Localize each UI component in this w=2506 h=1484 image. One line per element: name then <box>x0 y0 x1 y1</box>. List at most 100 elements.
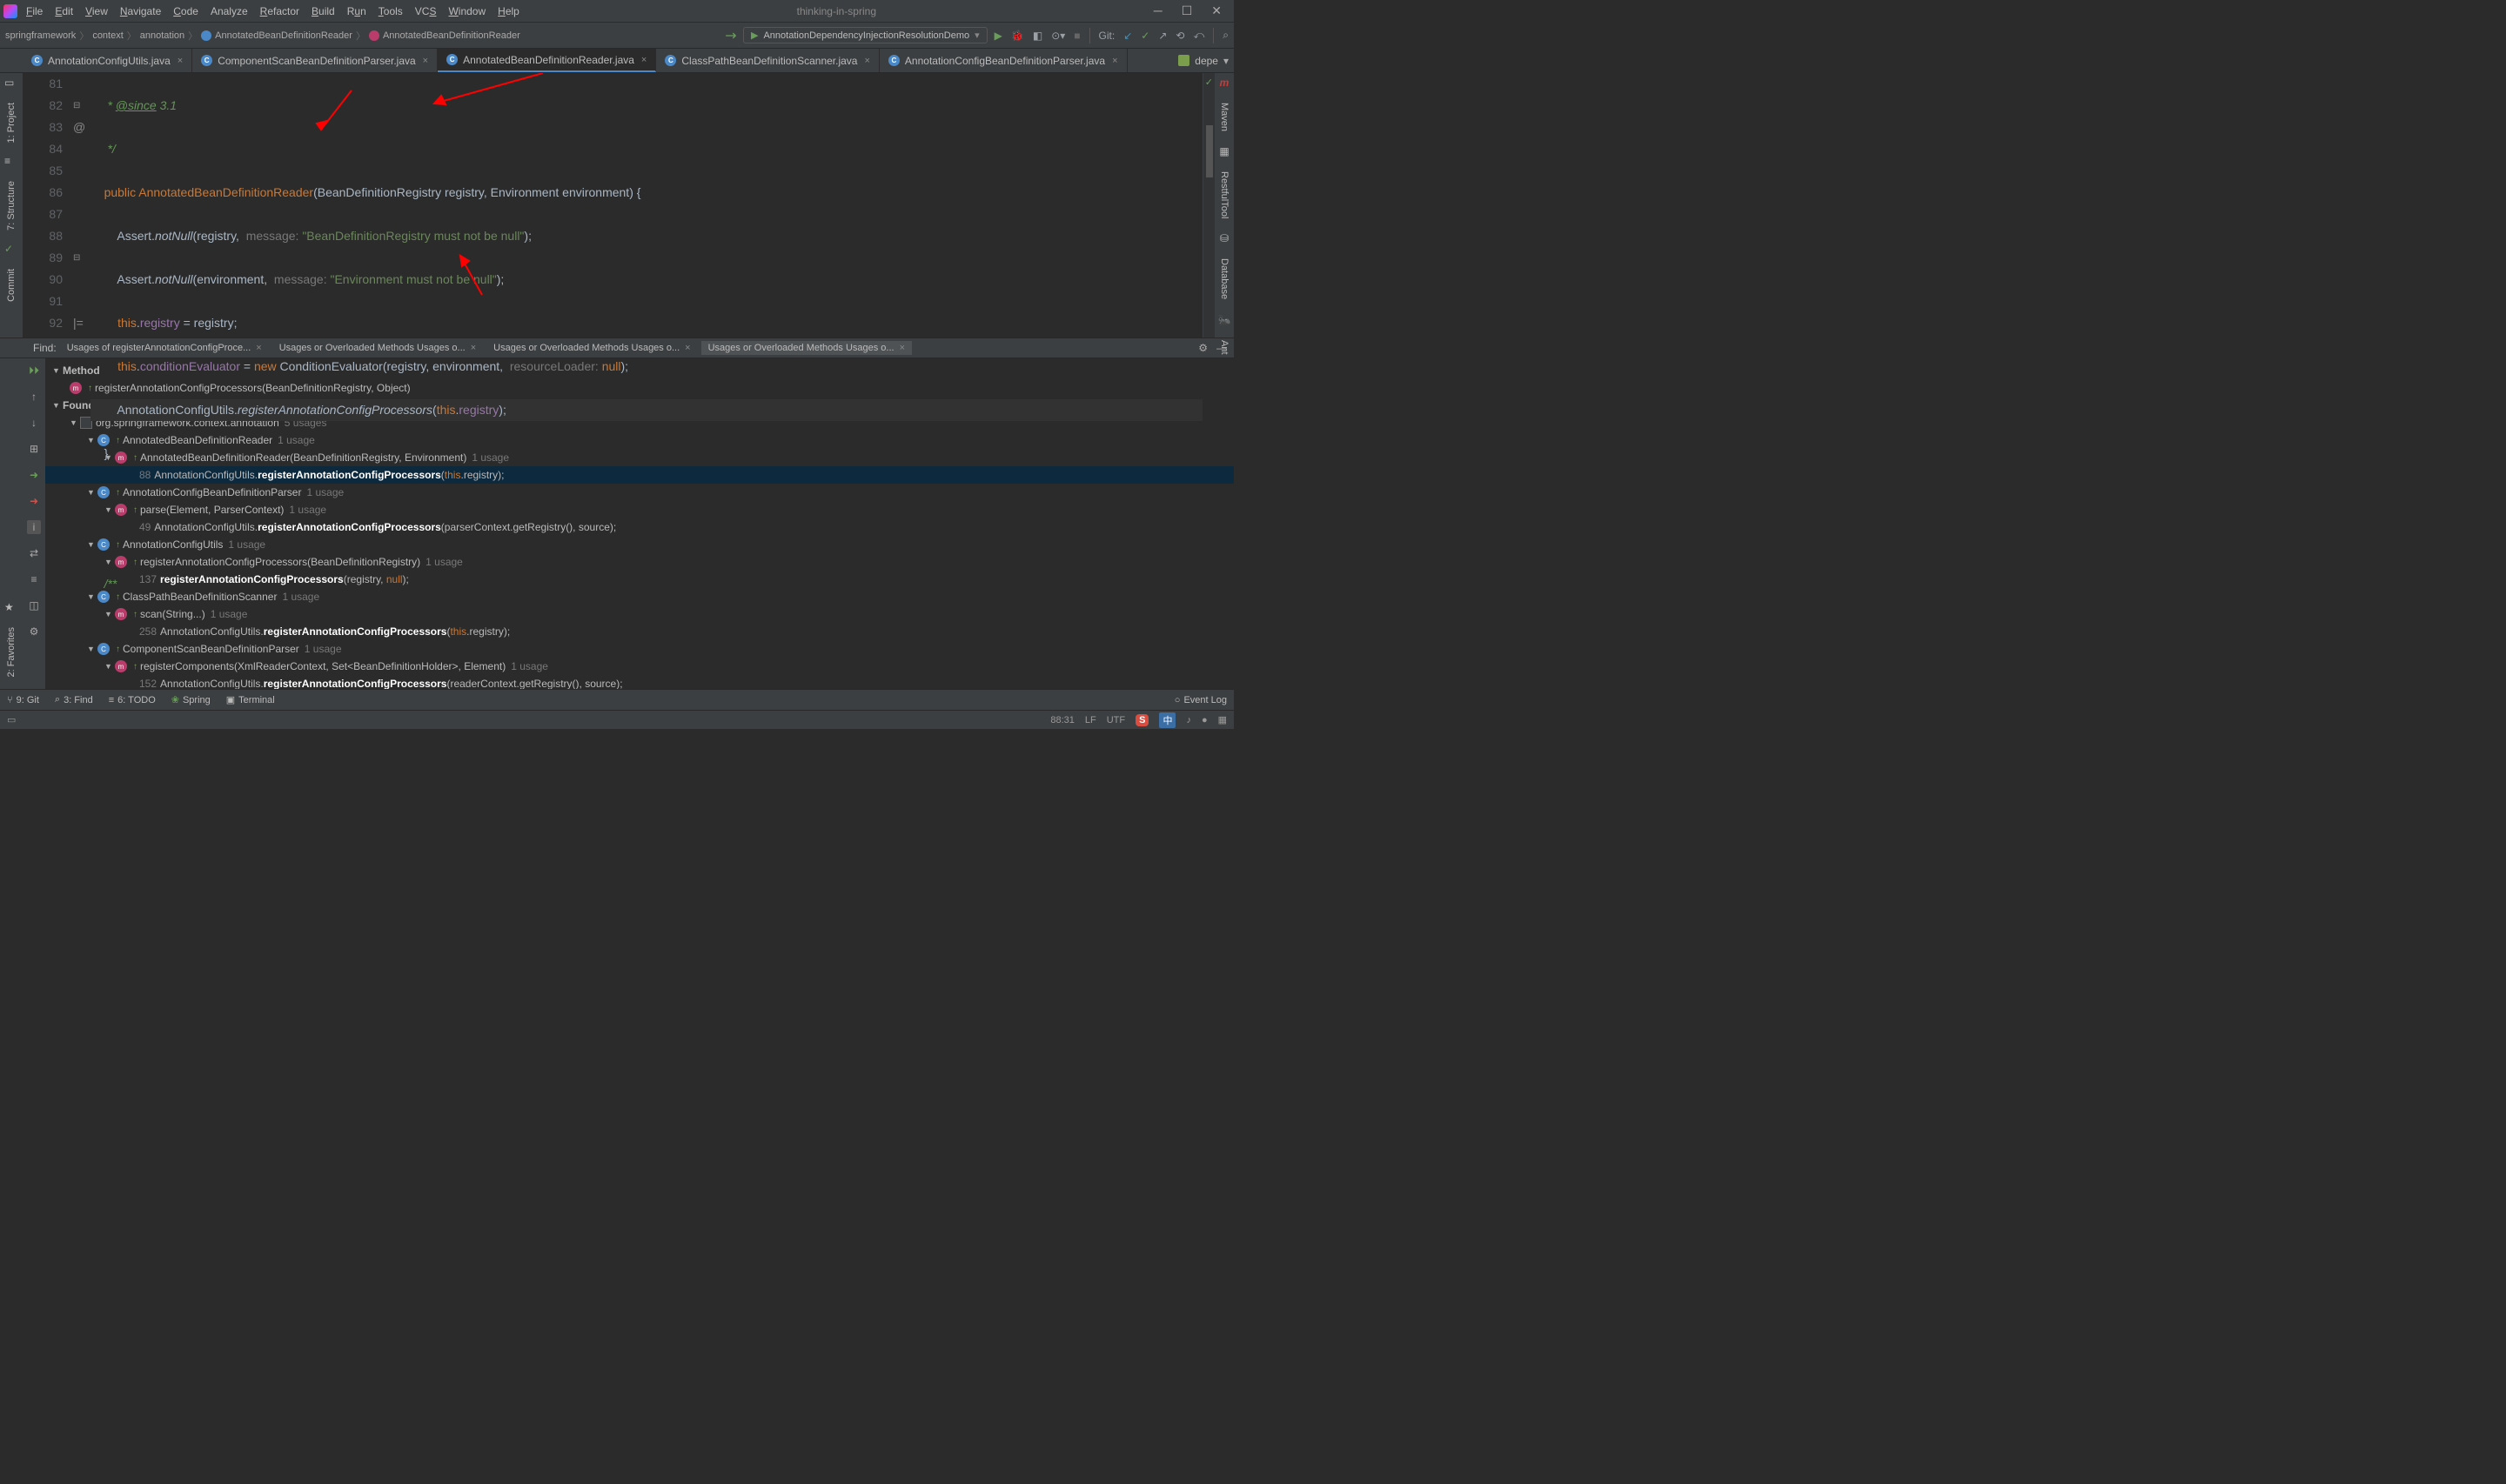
settings-icon[interactable]: ⚙ <box>27 625 41 638</box>
check-icon: ✓ <box>1205 77 1213 88</box>
crumb-folder[interactable]: springframework <box>5 30 76 41</box>
back-arrow-icon[interactable]: ↘ <box>720 25 740 46</box>
maven-tool[interactable]: Maven <box>1219 99 1230 135</box>
tab-file[interactable]: depe <box>1195 55 1218 67</box>
tray-icon[interactable]: ♪ <box>1186 715 1191 725</box>
list-icon: ≡ <box>109 695 114 705</box>
tray-icon[interactable]: ● <box>1202 715 1208 725</box>
spring-icon: ❀ <box>171 694 179 705</box>
find-tool[interactable]: ⌕3: Find <box>55 694 93 705</box>
spring-tool[interactable]: ❀Spring <box>171 694 211 705</box>
hide-icon[interactable]: — <box>1216 342 1227 354</box>
ime-badge[interactable]: S <box>1136 714 1149 726</box>
maven-icon[interactable]: m <box>1220 77 1230 89</box>
close-icon[interactable]: × <box>178 56 183 66</box>
minimize-button[interactable]: ─ <box>1154 3 1163 18</box>
run-button[interactable]: ▶ <box>995 30 1002 42</box>
app-icon <box>3 4 17 18</box>
new-tab-icon[interactable]: ➜ <box>27 468 41 482</box>
project-tool[interactable]: 1: Project <box>6 99 17 146</box>
terminal-tool[interactable]: ▣Terminal <box>226 694 275 705</box>
git-push-button[interactable]: ↗ <box>1158 30 1167 42</box>
menu-edit[interactable]: Edit <box>55 5 73 17</box>
tray-icon[interactable]: ▦ <box>1218 714 1227 725</box>
menu-code[interactable]: Code <box>173 5 198 17</box>
project-tool-icon[interactable]: ▭ <box>4 77 18 90</box>
restful-icon[interactable]: ▦ <box>1219 145 1229 157</box>
tab-file-active[interactable]: CAnnotatedBeanDefinitionReader.java× <box>438 49 656 72</box>
database-tool[interactable]: Database <box>1219 255 1230 303</box>
tabs-dropdown[interactable]: ▾ <box>1223 55 1229 67</box>
nav-bar: springframework〉 context〉 annotation〉 An… <box>0 23 1234 49</box>
expand-icon[interactable]: ≡ <box>27 572 41 586</box>
menu-run[interactable]: Run <box>347 5 366 17</box>
log-icon: ○ <box>1175 695 1181 705</box>
menu-window[interactable]: Window <box>448 5 486 17</box>
menu-tools[interactable]: Tools <box>379 5 403 17</box>
tab-file[interactable]: CAnnotationConfigUtils.java× <box>23 49 192 72</box>
close-button[interactable]: ✕ <box>1211 3 1222 18</box>
git-revert-button[interactable]: ⤺ <box>1193 29 1204 42</box>
filter-icon[interactable]: ⇄ <box>27 546 41 560</box>
group-icon[interactable]: ⊞ <box>27 442 41 456</box>
event-log[interactable]: ○Event Log <box>1175 695 1227 705</box>
info-icon[interactable]: i <box>27 520 41 534</box>
class-icon: C <box>888 55 900 66</box>
git-history-button[interactable]: ⟲ <box>1176 30 1184 42</box>
find-label: Find: <box>33 342 57 354</box>
menu-refactor[interactable]: Refactor <box>260 5 299 17</box>
caret-position[interactable]: 88:31 <box>1050 715 1075 725</box>
menu-navigate[interactable]: Navigate <box>120 5 161 17</box>
crumb-folder[interactable]: annotation <box>140 30 184 41</box>
structure-tool[interactable]: 7: Structure <box>6 177 17 234</box>
git-commit-button[interactable]: ✓ <box>1141 30 1149 42</box>
menu-build[interactable]: Build <box>312 5 335 17</box>
restful-tool[interactable]: RestfulTool <box>1219 168 1230 222</box>
close-icon[interactable]: × <box>641 55 647 65</box>
tool-windows-button[interactable]: ▭ <box>7 714 16 725</box>
stop-button[interactable]: ■ <box>1074 30 1080 42</box>
collapse-icon[interactable]: ◫ <box>27 598 41 612</box>
debug-button[interactable]: 🐞 <box>1011 30 1024 42</box>
pin-icon[interactable]: ➜ <box>27 494 41 508</box>
commit-tool[interactable]: Commit <box>6 265 17 305</box>
close-icon[interactable]: × <box>864 56 869 66</box>
structure-tool-icon[interactable]: ≡ <box>4 155 18 169</box>
next-icon[interactable]: ↓ <box>27 416 41 430</box>
encoding[interactable]: UTF <box>1107 715 1125 725</box>
favorites-icon[interactable]: ★ <box>4 601 18 615</box>
menu-file[interactable]: FFileile <box>26 5 43 17</box>
coverage-button[interactable]: ◧ <box>1033 30 1042 42</box>
profile-button[interactable]: ⊙▾ <box>1051 30 1065 42</box>
menu-vcs[interactable]: VCS <box>415 5 437 17</box>
code-content[interactable]: * @since 3.1 */ public AnnotatedBeanDefi… <box>90 73 1203 338</box>
menu-analyze[interactable]: Analyze <box>211 5 248 17</box>
tab-file[interactable]: CComponentScanBeanDefinitionParser.java× <box>192 49 438 72</box>
menu-help[interactable]: Help <box>498 5 519 17</box>
tab-file[interactable]: CAnnotationConfigBeanDefinitionParser.ja… <box>880 49 1128 72</box>
error-stripe[interactable]: ✓ <box>1203 73 1215 338</box>
bottom-bar: ⑂9: Git ⌕3: Find ≡6: TODO ❀Spring ▣Termi… <box>0 689 1234 710</box>
git-update-button[interactable]: ↙ <box>1123 30 1132 42</box>
git-tool[interactable]: ⑂9: Git <box>7 695 39 705</box>
ant-icon[interactable]: 🐜 <box>1218 314 1231 326</box>
crumb-method[interactable]: AnnotatedBeanDefinitionReader <box>383 30 520 41</box>
crumb-folder[interactable]: context <box>92 30 123 41</box>
ime-lang[interactable]: 中 <box>1159 712 1176 728</box>
commit-tool-icon[interactable]: ✓ <box>4 243 18 257</box>
run-config-dropdown[interactable]: ▶ AnnotationDependencyInjectionResolutio… <box>743 27 988 43</box>
code-editor[interactable]: 818283848586878889909192 ⊟@ ⊟ |= * @sinc… <box>23 73 1215 338</box>
crumb-class[interactable]: AnnotatedBeanDefinitionReader <box>215 30 352 41</box>
close-icon[interactable]: × <box>423 56 428 66</box>
todo-tool[interactable]: ≡6: TODO <box>109 695 156 705</box>
close-icon[interactable]: × <box>1112 56 1117 66</box>
favorites-tool[interactable]: 2: Favorites <box>6 624 17 680</box>
search-button[interactable]: ⌕ <box>1223 29 1229 42</box>
tab-file[interactable]: CClassPathBeanDefinitionScanner.java× <box>656 49 880 72</box>
rerun-icon[interactable]: ⏵⏵ <box>27 364 41 378</box>
line-separator[interactable]: LF <box>1085 715 1096 725</box>
database-icon[interactable]: ⛁ <box>1220 232 1229 244</box>
menu-view[interactable]: View <box>85 5 108 17</box>
maximize-button[interactable]: ☐ <box>1182 3 1193 18</box>
prev-icon[interactable]: ↑ <box>27 390 41 404</box>
